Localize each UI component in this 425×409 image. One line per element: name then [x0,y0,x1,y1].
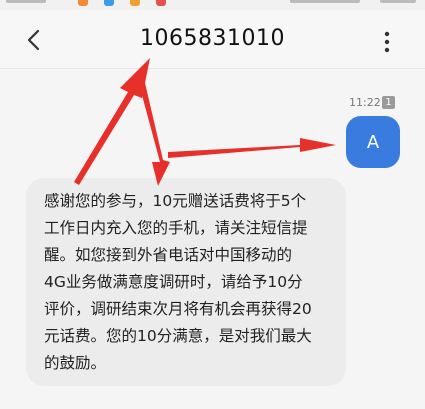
notification-icon [78,0,88,6]
notification-icon [104,0,114,6]
status-bar [0,0,425,10]
conversation-header: 1065831010 [0,10,425,69]
annotation-arrow-to-title-icon [74,58,150,185]
annotation-arrow-to-avatar-icon [168,138,336,158]
notification-icon [130,0,140,6]
sim-card-badge: 1 [382,96,395,109]
message-timestamp: 11:22 [349,96,381,109]
more-options-button[interactable] [372,28,402,56]
page-title: 1065831010 [140,26,285,51]
message-bubble[interactable]: 感谢您的参与，10元赠送话费将于5个 工作日内充入您的手机，请关注短信提 醒。如… [26,178,346,386]
battery-icon [380,0,416,3]
avatar-letter: A [366,131,380,153]
status-bar-text [6,0,46,3]
notification-icon [156,0,166,6]
message-text: 感谢您的参与，10元赠送话费将于5个 工作日内充入您的手机，请关注短信提 醒。如… [44,192,312,372]
more-vertical-icon [384,31,390,53]
status-bar-text [290,0,360,3]
contact-avatar[interactable]: A [346,116,400,168]
annotation-arrow-down-icon [139,83,170,186]
